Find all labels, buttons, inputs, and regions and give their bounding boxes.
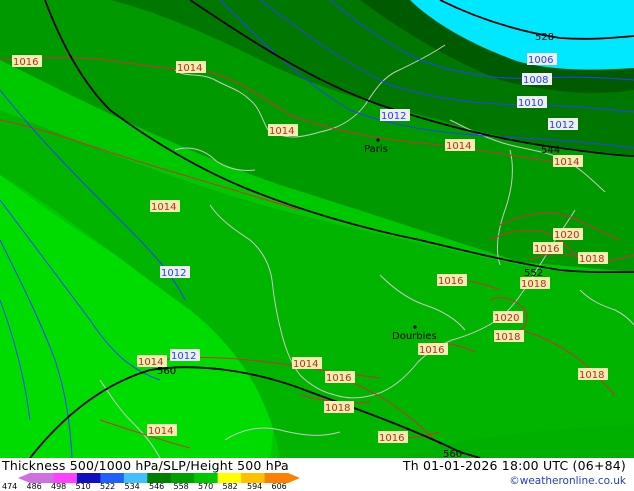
svg-text:1014: 1014 (293, 359, 318, 370)
svg-text:552: 552 (524, 268, 543, 279)
svg-text:1018: 1018 (495, 332, 520, 343)
svg-text:1018: 1018 (579, 254, 604, 265)
svg-text:1014: 1014 (554, 157, 579, 168)
svg-text:1020: 1020 (494, 313, 519, 324)
svg-text:1014: 1014 (151, 202, 176, 213)
svg-text:1018: 1018 (325, 403, 350, 414)
svg-text:1014: 1014 (269, 126, 294, 137)
svg-text:1018: 1018 (579, 370, 604, 381)
svg-text:528: 528 (535, 32, 554, 43)
svg-text:1012: 1012 (171, 351, 196, 362)
svg-text:1010: 1010 (518, 98, 543, 109)
map-canvas: Paris Dourbies 1016 1014 1014 1014 1014 … (0, 0, 634, 458)
svg-text:1020: 1020 (554, 230, 579, 241)
svg-text:1006: 1006 (528, 55, 553, 66)
svg-text:1012: 1012 (161, 268, 186, 279)
map-valid-time: Th 01-01-2026 18:00 UTC (06+84) (402, 458, 626, 473)
city-label-dourbies: Dourbies (392, 331, 437, 342)
svg-text:544: 544 (541, 145, 560, 156)
credit-link[interactable]: ©weatheronline.co.uk (509, 475, 626, 487)
svg-text:1014: 1014 (177, 63, 202, 74)
footer: Thickness 500/1000 hPa/SLP/Height 500 hP… (0, 458, 634, 491)
map-title: Thickness 500/1000 hPa/SLP/Height 500 hP… (2, 458, 289, 473)
city-label-paris: Paris (364, 144, 388, 155)
svg-text:1016: 1016 (534, 244, 559, 255)
svg-text:1014: 1014 (446, 141, 471, 152)
weather-map: Paris Dourbies 1016 1014 1014 1014 1014 … (0, 0, 634, 458)
svg-text:1016: 1016 (379, 433, 404, 444)
svg-text:1016: 1016 (13, 57, 38, 68)
svg-text:560: 560 (157, 366, 176, 377)
svg-text:1014: 1014 (148, 426, 173, 437)
svg-text:1012: 1012 (381, 111, 406, 122)
svg-text:1016: 1016 (438, 276, 463, 287)
svg-text:560: 560 (443, 449, 462, 458)
svg-text:1016: 1016 (326, 373, 351, 384)
svg-text:1016: 1016 (419, 345, 444, 356)
svg-text:1012: 1012 (549, 120, 574, 131)
svg-text:1008: 1008 (523, 75, 548, 86)
svg-text:1018: 1018 (521, 279, 546, 290)
